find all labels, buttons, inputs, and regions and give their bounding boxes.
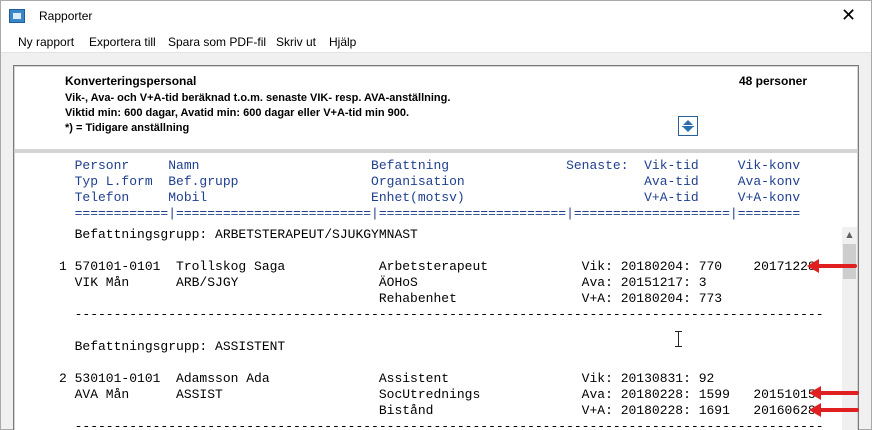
column-header-2: Typ L.form Bef.grupp Organisation Ava-ti…: [59, 174, 801, 189]
row-separator: ----------------------------------------…: [59, 419, 824, 430]
red-arrow-icon: [809, 386, 859, 400]
scroll-up-icon[interactable]: ▲: [842, 227, 857, 243]
rapporter-window: Rapporter ✕ Ny rapport Exportera till Sp…: [0, 0, 872, 430]
table-row: 1 570101-0101 Trollskog Saga Arbetsterap…: [59, 259, 816, 274]
person-count: 48 personer: [738, 74, 807, 88]
header-line-3: *) = Tidigare anställning: [65, 122, 190, 134]
red-arrow-icon: [807, 259, 857, 273]
menu-hjalp[interactable]: Hjälp: [329, 35, 356, 49]
report-title: Konverteringspersonal: [65, 74, 197, 88]
window-title: Rapporter: [39, 9, 93, 23]
sort-up-down-icon[interactable]: [678, 116, 698, 136]
group-heading: Befattningsgrupp: ARBETSTERAPEUT/SJUKGYM…: [59, 227, 418, 242]
group-heading: Befattningsgrupp: ASSISTENT: [59, 339, 286, 354]
menu-ny-rapport[interactable]: Ny rapport: [18, 35, 74, 49]
table-row: VIK Mån ARB/SJGY ÄOHoS Ava: 20151217: 3: [59, 275, 707, 290]
red-arrow-icon: [809, 403, 859, 417]
column-header-3: Telefon Mobil Enhet(motsv) V+A-tid V+A-k…: [59, 190, 801, 205]
text-cursor-icon: [675, 331, 682, 347]
header-line-1: Vik-, Ava- och V+A-tid beräknad t.o.m. s…: [65, 92, 451, 104]
report-body: Personr Namn Befattning Senaste: Vik-tid…: [15, 153, 857, 430]
table-row: Bistånd V+A: 20180228: 1691 20160628: [59, 403, 816, 418]
table-row: AVA Mån ASSIST SocUtrednings Ava: 201802…: [59, 387, 816, 402]
row-separator: ----------------------------------------…: [59, 307, 824, 322]
table-row: Rehabenhet V+A: 20180204: 773: [59, 291, 723, 306]
close-button[interactable]: ✕: [826, 1, 871, 32]
column-header-1: Personr Namn Befattning Senaste: Vik-tid…: [59, 158, 801, 173]
menu-bar: Ny rapport Exportera till Spara som PDF-…: [1, 32, 871, 53]
column-header-rule: ============|=========================|=…: [59, 206, 801, 221]
report-header: Konverteringspersonal 48 personer Vik-, …: [15, 67, 857, 149]
table-row: 2 530101-0101 Adamsson Ada Assistent Vik…: [59, 371, 715, 386]
title-bar: Rapporter ✕: [1, 1, 871, 32]
menu-spara-pdf[interactable]: Spara som PDF-fil: [168, 35, 266, 49]
menu-exportera-till[interactable]: Exportera till: [89, 35, 156, 49]
header-line-2: Viktid min: 600 dagar, Avatid min: 600 d…: [65, 107, 410, 119]
menu-skriv-ut[interactable]: Skriv ut: [276, 35, 316, 49]
app-icon: [9, 9, 25, 23]
